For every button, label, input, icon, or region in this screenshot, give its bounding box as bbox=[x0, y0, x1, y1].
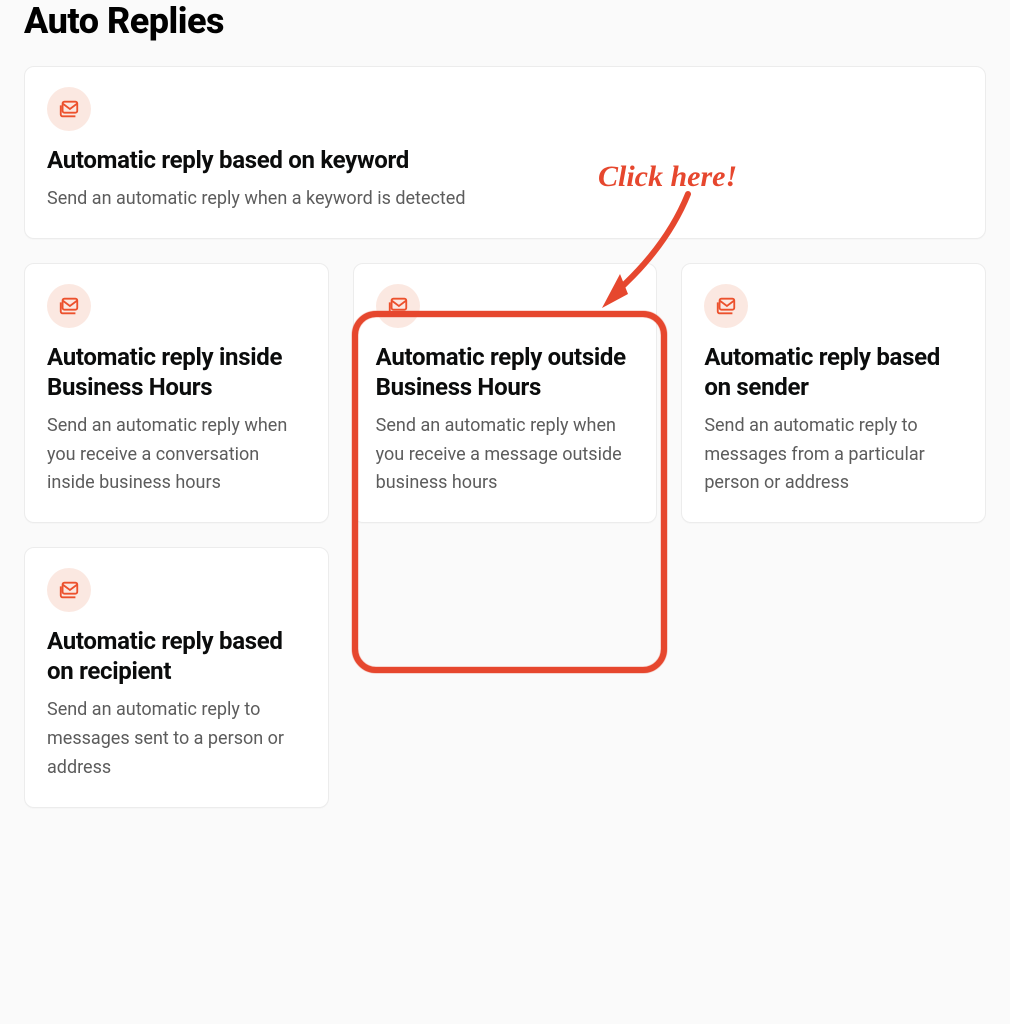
card-description: Send an automatic reply when a keyword i… bbox=[47, 185, 963, 214]
message-stack-icon bbox=[47, 568, 91, 612]
message-stack-icon bbox=[376, 284, 420, 328]
auto-replies-section: Auto Replies Automatic reply based on ke… bbox=[0, 0, 1010, 832]
card-title: Automatic reply based on keyword bbox=[47, 145, 963, 175]
card-auto-reply-keyword[interactable]: Automatic reply based on keyword Send an… bbox=[24, 66, 986, 239]
card-auto-reply-recipient[interactable]: Automatic reply based on recipient Send … bbox=[24, 547, 329, 807]
message-stack-icon bbox=[47, 87, 91, 131]
card-auto-reply-inside-hours[interactable]: Automatic reply inside Business Hours Se… bbox=[24, 263, 329, 523]
card-title: Automatic reply outside Business Hours bbox=[376, 342, 635, 402]
card-description: Send an automatic reply to messages from… bbox=[704, 412, 963, 498]
message-stack-icon bbox=[704, 284, 748, 328]
card-description: Send an automatic reply when you receive… bbox=[376, 412, 635, 498]
card-title: Automatic reply based on sender bbox=[704, 342, 963, 402]
card-description: Send an automatic reply to messages sent… bbox=[47, 696, 306, 782]
card-description: Send an automatic reply when you receive… bbox=[47, 412, 306, 498]
card-auto-reply-sender[interactable]: Automatic reply based on sender Send an … bbox=[681, 263, 986, 523]
card-auto-reply-outside-hours[interactable]: Automatic reply outside Business Hours S… bbox=[353, 263, 658, 523]
card-title: Automatic reply inside Business Hours bbox=[47, 342, 306, 402]
section-title: Auto Replies bbox=[24, 0, 986, 42]
card-title: Automatic reply based on recipient bbox=[47, 626, 306, 686]
card-grid: Automatic reply based on keyword Send an… bbox=[24, 66, 986, 808]
message-stack-icon bbox=[47, 284, 91, 328]
